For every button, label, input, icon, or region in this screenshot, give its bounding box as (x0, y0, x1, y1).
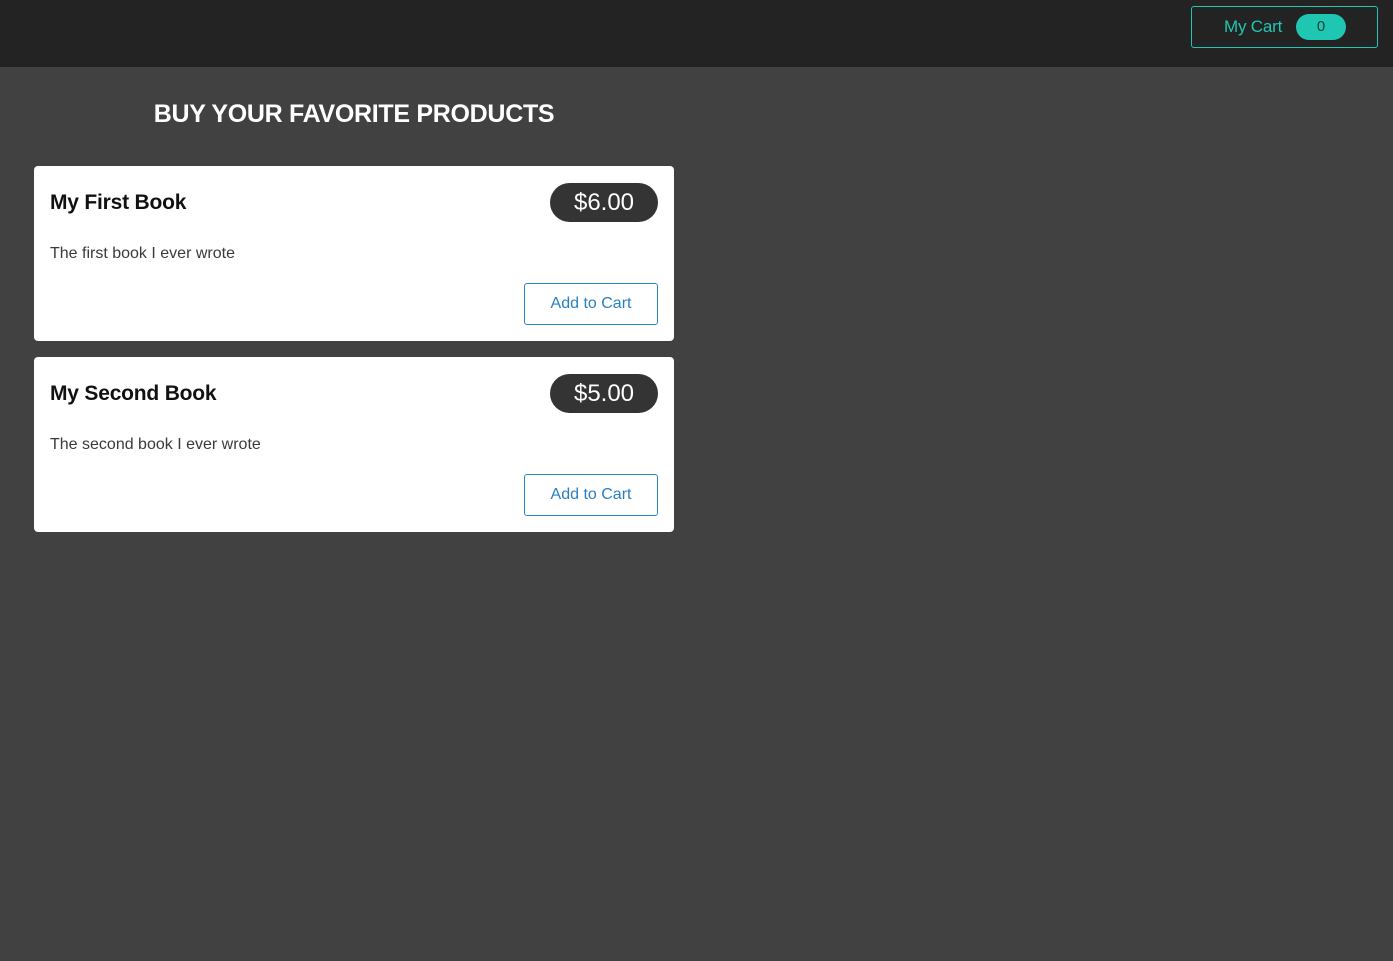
top-navbar: My Cart 0 (0, 0, 1393, 67)
product-title: My Second Book (50, 382, 217, 405)
cart-count-badge: 0 (1296, 14, 1346, 40)
price-badge: $5.00 (550, 374, 658, 413)
cart-label: My Cart (1224, 17, 1283, 36)
product-title: My First Book (50, 191, 187, 214)
product-card: My First Book $6.00 The first book I eve… (34, 166, 674, 341)
product-card: My Second Book $5.00 The second book I e… (34, 357, 674, 532)
add-to-cart-button[interactable]: Add to Cart (524, 283, 658, 325)
product-description: The second book I ever wrote (50, 436, 261, 453)
my-cart-button[interactable]: My Cart 0 (1191, 6, 1378, 48)
add-to-cart-button[interactable]: Add to Cart (524, 474, 658, 516)
product-description: The first book I ever wrote (50, 245, 235, 262)
page-title: BUY YOUR FAVORITE PRODUCTS (153, 100, 555, 128)
price-badge: $6.00 (550, 183, 658, 222)
